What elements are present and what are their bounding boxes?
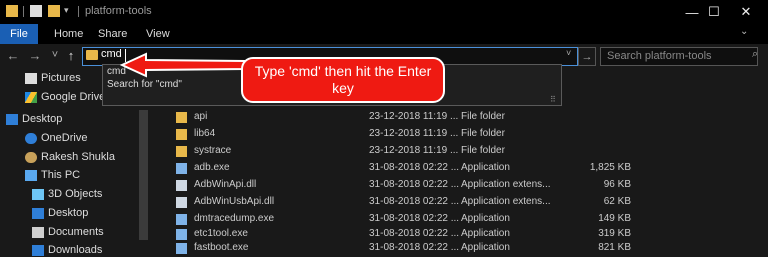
file-row[interactable]: adb.exe 31-08-2018 02:22 ... Application…: [176, 162, 736, 177]
file-name: adb.exe: [194, 162, 230, 173]
go-button[interactable]: →: [578, 47, 596, 66]
sidebar-item-google-drive[interactable]: Google Drive: [41, 91, 105, 103]
file-type: Application: [461, 213, 510, 224]
sidebar-item-desktop[interactable]: Desktop: [22, 113, 62, 125]
sidebar-item-downloads[interactable]: Downloads: [48, 244, 102, 256]
quick-access-dropdown-icon[interactable]: ▾: [64, 5, 69, 16]
tab-file[interactable]: File: [0, 24, 38, 44]
divider: [23, 6, 24, 17]
folder-icon: [86, 50, 98, 60]
file-type: Application extens...: [461, 196, 551, 207]
properties-icon[interactable]: [30, 5, 42, 17]
divider: [78, 6, 79, 17]
file-row[interactable]: dmtracedump.exe 31-08-2018 02:22 ... App…: [176, 213, 736, 228]
file-name: AdbWinApi.dll: [194, 179, 257, 190]
tab-home[interactable]: Home: [54, 24, 83, 44]
autocomplete-item-search[interactable]: Search for "cmd": [107, 79, 182, 90]
desktop-icon: [6, 114, 18, 125]
google-drive-icon: [25, 92, 37, 103]
file-size: 96 KB: [603, 179, 631, 190]
tab-view[interactable]: View: [146, 24, 170, 44]
file-type: Application extens...: [461, 179, 551, 190]
up-button[interactable]: ↑: [62, 45, 80, 65]
file-date: 23-12-2018 11:19 ...: [369, 128, 459, 139]
file-type: File folder: [461, 111, 505, 122]
sidebar-item-onedrive[interactable]: OneDrive: [41, 132, 87, 144]
search-input[interactable]: Search platform-tools: [600, 47, 758, 66]
file-size: 62 KB: [603, 196, 631, 207]
file-row[interactable]: AdbWinApi.dll 31-08-2018 02:22 ... Appli…: [176, 179, 736, 194]
sidebar-item-this-pc[interactable]: This PC: [41, 169, 80, 181]
sidebar-item-3d-objects[interactable]: 3D Objects: [48, 188, 102, 200]
folder-icon: [176, 129, 187, 140]
file-type: Application: [461, 242, 510, 253]
file-date: 31-08-2018 02:22 ...: [369, 162, 460, 173]
file-name: lib64: [194, 128, 216, 139]
address-dropdown-button[interactable]: ˅: [566, 48, 571, 58]
application-icon: [176, 163, 187, 174]
sidebar-item-desktop-pc[interactable]: Desktop: [48, 207, 88, 219]
window-title: platform-tools: [85, 5, 152, 17]
resize-grip-icon[interactable]: ⠿: [550, 95, 556, 104]
3d-objects-icon: [32, 189, 44, 200]
sidebar-scrollbar[interactable]: [139, 110, 148, 240]
dll-icon: [176, 197, 187, 208]
file-name: systrace: [194, 145, 232, 156]
file-date: 31-08-2018 02:22 ...: [369, 179, 460, 190]
dll-icon: [176, 180, 187, 191]
file-type: Application: [461, 162, 510, 173]
file-size: 1,825 KB: [589, 162, 631, 173]
new-folder-icon[interactable]: [48, 5, 60, 17]
file-size: 821 KB: [598, 242, 631, 253]
file-row[interactable]: AdbWinUsbApi.dll 31-08-2018 02:22 ... Ap…: [176, 196, 736, 211]
address-input[interactable]: cmd: [101, 48, 122, 60]
file-date: 31-08-2018 02:22 ...: [369, 228, 460, 239]
pictures-icon: [25, 73, 37, 84]
desktop-icon: [32, 208, 44, 219]
file-name: dmtracedump.exe: [194, 213, 275, 224]
folder-icon: [176, 112, 187, 123]
file-type: File folder: [461, 128, 505, 139]
instruction-callout: Type 'cmd' then hit the Enter key: [241, 57, 445, 103]
file-type: Application: [461, 228, 510, 239]
folder-icon: [6, 5, 18, 17]
application-icon: [176, 214, 187, 225]
folder-icon: [176, 146, 187, 157]
search-icon[interactable]: ⌕: [752, 48, 758, 61]
downloads-icon: [32, 245, 44, 256]
file-date: 31-08-2018 02:22 ...: [369, 196, 460, 207]
file-date: 23-12-2018 11:19 ...: [369, 111, 459, 122]
sidebar-item-documents[interactable]: Documents: [48, 226, 104, 238]
file-date: 31-08-2018 02:22 ...: [369, 213, 460, 224]
forward-button[interactable]: →: [26, 45, 44, 65]
file-date: 23-12-2018 11:19 ...: [369, 145, 459, 156]
file-name: api: [194, 111, 208, 122]
file-size: 149 KB: [598, 213, 631, 224]
documents-icon: [32, 227, 44, 238]
file-name: fastboot.exe: [194, 242, 249, 253]
user-icon: [25, 152, 37, 163]
file-row[interactable]: etc1tool.exe 31-08-2018 02:22 ... Applic…: [176, 228, 736, 243]
chevron-down-icon[interactable]: ⌄: [740, 26, 748, 37]
application-icon: [176, 243, 187, 254]
callout-arrow: [120, 52, 246, 78]
file-type: File folder: [461, 145, 505, 156]
file-row[interactable]: api 23-12-2018 11:19 ... File folder: [176, 111, 736, 126]
file-name: AdbWinUsbApi.dll: [194, 196, 275, 207]
close-button[interactable]: ✕: [724, 0, 768, 24]
application-icon: [176, 229, 187, 240]
sidebar-item-rakesh-shukla[interactable]: Rakesh Shukla: [41, 151, 115, 163]
sidebar-item-pictures[interactable]: Pictures: [41, 72, 81, 84]
back-button[interactable]: ←: [4, 45, 22, 65]
tab-share[interactable]: Share: [98, 24, 127, 44]
file-date: 31-08-2018 02:22 ...: [369, 242, 460, 253]
file-size: 319 KB: [598, 228, 631, 239]
file-name: etc1tool.exe: [194, 228, 248, 239]
computer-icon: [25, 170, 37, 181]
file-row[interactable]: systrace 23-12-2018 11:19 ... File folde…: [176, 145, 736, 160]
onedrive-icon: [25, 133, 37, 144]
file-row[interactable]: lib64 23-12-2018 11:19 ... File folder: [176, 128, 736, 143]
